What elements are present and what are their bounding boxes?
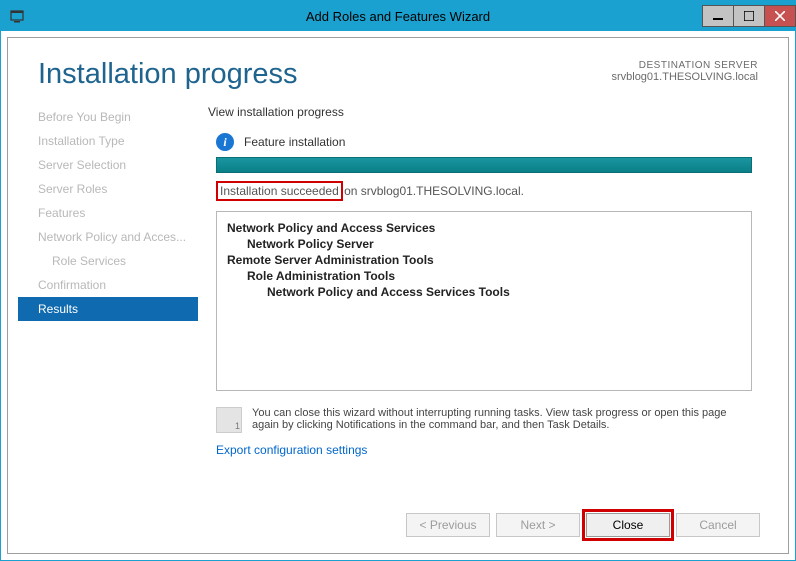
destination-label: DESTINATION SERVER	[611, 60, 758, 71]
feature-item: Role Administration Tools	[227, 268, 741, 284]
sidebar-item-6: Role Services	[18, 249, 198, 273]
next-button: Next >	[496, 513, 580, 537]
titlebar[interactable]: Add Roles and Features Wizard	[1, 1, 795, 31]
feature-subitem: Network Policy and Access Services Tools	[227, 284, 741, 300]
flag-icon: 1	[216, 407, 242, 433]
destination-value: srvblog01.THESOLVING.local	[611, 71, 758, 83]
feature-item: Network Policy Server	[227, 236, 741, 252]
sidebar-item-8[interactable]: Results	[18, 297, 198, 321]
result-line: Installation succeeded on srvblog01.THES…	[216, 181, 752, 201]
notice: 1 You can close this wizard without inte…	[216, 407, 752, 433]
subheading: View installation progress	[208, 105, 760, 119]
previous-button: < Previous	[406, 513, 490, 537]
success-suffix: on srvblog01.THESOLVING.local.	[341, 184, 524, 198]
success-highlight: Installation succeeded	[216, 181, 343, 201]
export-link[interactable]: Export configuration settings	[216, 443, 752, 457]
sidebar-item-3: Server Roles	[18, 177, 198, 201]
status-text: Feature installation	[244, 135, 345, 149]
sidebar-item-2: Server Selection	[18, 153, 198, 177]
window-frame: Add Roles and Features Wizard Installati…	[0, 0, 796, 561]
close-window-button[interactable]	[764, 5, 796, 27]
sidebar-item-7: Confirmation	[18, 273, 198, 297]
sidebar: Before You BeginInstallation TypeServer …	[18, 95, 198, 501]
info-icon: i	[216, 133, 234, 151]
minimize-button[interactable]	[702, 5, 734, 27]
close-button[interactable]: Close	[586, 513, 670, 537]
notice-text: You can close this wizard without interr…	[252, 407, 752, 431]
main-panel: View installation progress i Feature ins…	[198, 95, 778, 501]
footer: < Previous Next > Close Cancel	[8, 501, 788, 553]
wizard-frame: Installation progress DESTINATION SERVER…	[7, 37, 789, 554]
app-icon	[9, 7, 27, 25]
sidebar-item-4: Features	[18, 201, 198, 225]
destination-info: DESTINATION SERVER srvblog01.THESOLVING.…	[611, 60, 758, 83]
feature-group: Network Policy and Access Services	[227, 220, 741, 236]
sidebar-item-5: Network Policy and Acces...	[18, 225, 198, 249]
feature-list[interactable]: Network Policy and Access Services Netwo…	[216, 211, 752, 391]
progress-bar	[216, 157, 752, 173]
page-title: Installation progress	[38, 58, 611, 91]
sidebar-item-1: Installation Type	[18, 129, 198, 153]
maximize-button[interactable]	[733, 5, 765, 27]
window-title: Add Roles and Features Wizard	[306, 9, 490, 24]
sidebar-item-0: Before You Begin	[18, 105, 198, 129]
feature-group: Remote Server Administration Tools	[227, 252, 741, 268]
cancel-button: Cancel	[676, 513, 760, 537]
